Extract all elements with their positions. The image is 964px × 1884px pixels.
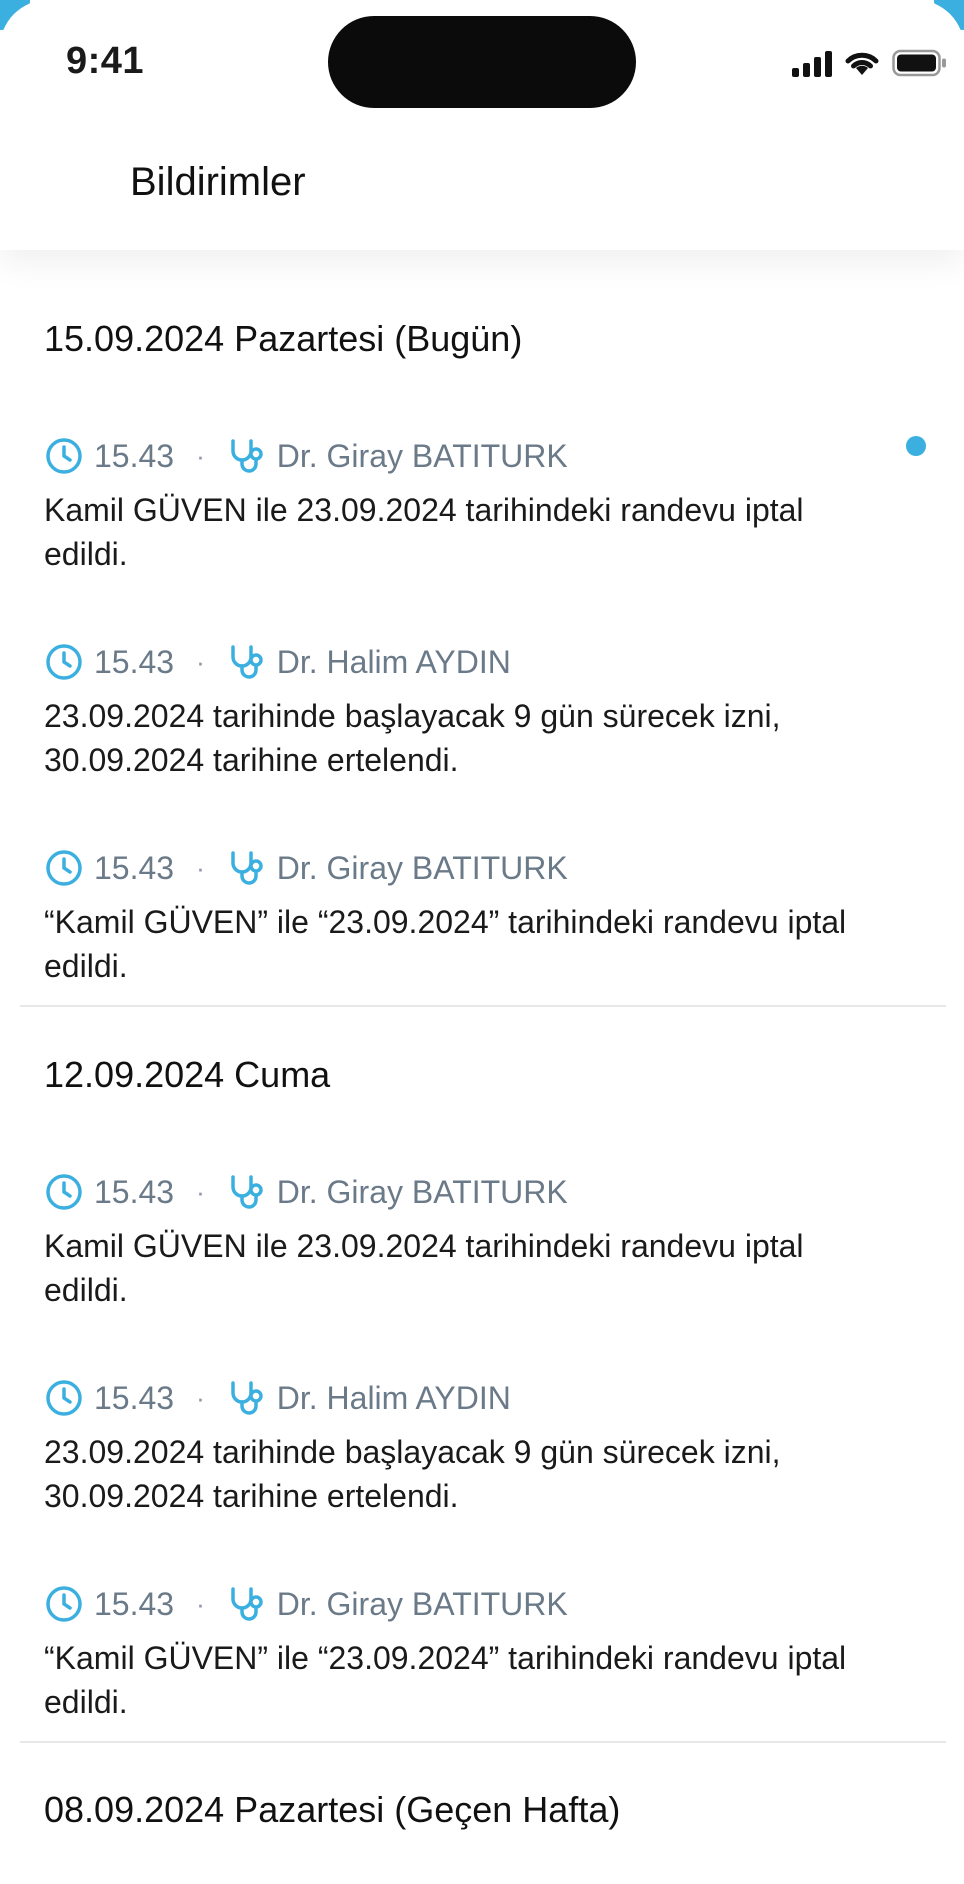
notification-text-line: edildi. [44, 948, 128, 984]
notification-item[interactable]: 15.43 · Dr. Halim AYDIN 23.09.2024 tarih… [44, 1376, 924, 1518]
status-time: 9:41 [66, 40, 145, 82]
notification-text: Kamil GÜVEN ile 23.09.2024 tarihindeki r… [44, 1224, 924, 1312]
notification-text-line: Kamil GÜVEN ile 23.09.2024 tarihindeki r… [44, 492, 804, 528]
notification-text-line: 30.09.2024 tarihine ertelendi. [44, 1478, 459, 1514]
notification-time: 15.43 [94, 643, 175, 680]
notification-text-line: “Kamil GÜVEN” ile “23.09.2024” tarihinde… [44, 1640, 847, 1676]
notification-text-line: 23.09.2024 tarihinde başlayacak 9 gün sü… [44, 1434, 781, 1470]
group-divider [20, 1005, 946, 1007]
status-icons [792, 46, 948, 80]
doctor-name: Dr. Halim AYDIN [276, 643, 511, 680]
notification-text-line: 30.09.2024 tarihine ertelendi. [44, 742, 459, 778]
group-divider [20, 1741, 946, 1743]
notification-item[interactable]: 15.43 · Dr. Giray BATITURK Kamil GÜVEN i… [44, 1170, 924, 1312]
clock-icon [44, 436, 84, 476]
notification-time: 15.43 [94, 1585, 175, 1622]
notification-text: “Kamil GÜVEN” ile “23.09.2024” tarihinde… [44, 1636, 924, 1724]
notification-item[interactable]: 15.43 · Dr. Giray BATITURK “Kamil GÜVEN”… [44, 1582, 924, 1724]
date-group-title: 15.09.2024 Pazartesi (Bugün) [44, 318, 523, 359]
doctor-name: Dr. Giray BATITURK [276, 1173, 568, 1210]
cellular-signal-icon [792, 49, 832, 77]
meta-separator: · [196, 852, 205, 883]
wifi-icon [845, 52, 879, 75]
stethoscope-icon [227, 1584, 267, 1624]
meta-separator: · [196, 1176, 205, 1207]
notification-meta: 15.43 · Dr. Giray BATITURK [44, 846, 924, 890]
page-title: Bildirimler [130, 160, 306, 204]
notification-meta: 15.43 · Dr. Halim AYDIN [44, 1376, 924, 1420]
doctor-name: Dr. Halim AYDIN [276, 1379, 511, 1416]
doctor-name: Dr. Giray BATITURK [276, 1585, 568, 1622]
notification-text-line: edildi. [44, 536, 128, 572]
meta-separator: · [196, 440, 205, 471]
dynamic-island [328, 16, 636, 108]
notification-meta: 15.43 · Dr. Halim AYDIN [44, 640, 924, 684]
app-header: 9:41 Bildirimler [0, 0, 964, 250]
notification-time: 15.43 [94, 437, 175, 474]
battery-icon [892, 49, 946, 77]
notification-item[interactable]: 15.43 · Dr. Giray BATITURK “Kamil GÜVEN”… [44, 846, 924, 988]
stethoscope-icon [227, 642, 267, 682]
stethoscope-icon [227, 848, 267, 888]
date-group-title: 12.09.2024 Cuma [44, 1054, 331, 1095]
clock-icon [44, 1172, 84, 1212]
notification-text-line: 23.09.2024 tarihinde başlayacak 9 gün sü… [44, 698, 781, 734]
unread-dot-icon [906, 436, 926, 456]
meta-separator: · [196, 1588, 205, 1619]
clock-icon [44, 848, 84, 888]
stethoscope-icon [227, 436, 267, 476]
clock-icon [44, 1378, 84, 1418]
notification-time: 15.43 [94, 1379, 175, 1416]
notification-item[interactable]: 15.43 · Dr. Halim AYDIN 23.09.2024 tarih… [44, 640, 924, 782]
notification-text-line: edildi. [44, 1684, 128, 1720]
notification-meta: 15.43 · Dr. Giray BATITURK [44, 1582, 924, 1626]
notification-text: 23.09.2024 tarihinde başlayacak 9 gün sü… [44, 1430, 924, 1518]
notification-text-line: “Kamil GÜVEN” ile “23.09.2024” tarihinde… [44, 904, 847, 940]
notification-text: “Kamil GÜVEN” ile “23.09.2024” tarihinde… [44, 900, 924, 988]
meta-separator: · [196, 1382, 205, 1413]
notification-text: Kamil GÜVEN ile 23.09.2024 tarihindeki r… [44, 488, 924, 576]
notifications-screen: 9:41 Bildirimler 15.09.2024 Pazartesi (B… [0, 0, 964, 1884]
status-bar: 9:41 [0, 0, 964, 120]
clock-icon [44, 642, 84, 682]
date-group-title: 08.09.2024 Pazartesi (Geçen Hafta) [44, 1789, 621, 1830]
notification-item[interactable]: 15.43 · Dr. Giray BATITURK Kamil GÜVEN i… [44, 434, 924, 576]
notification-text-line: edildi. [44, 1272, 128, 1308]
doctor-name: Dr. Giray BATITURK [276, 849, 568, 886]
doctor-name: Dr. Giray BATITURK [276, 437, 568, 474]
notification-time: 15.43 [94, 1173, 175, 1210]
notification-meta: 15.43 · Dr. Giray BATITURK [44, 1170, 924, 1214]
meta-separator: · [196, 646, 205, 677]
notification-text-line: Kamil GÜVEN ile 23.09.2024 tarihindeki r… [44, 1228, 804, 1264]
stethoscope-icon [227, 1172, 267, 1212]
notification-text: 23.09.2024 tarihinde başlayacak 9 gün sü… [44, 694, 924, 782]
clock-icon [44, 1584, 84, 1624]
notification-meta: 15.43 · Dr. Giray BATITURK [44, 434, 924, 478]
notification-time: 15.43 [94, 849, 175, 886]
stethoscope-icon [227, 1378, 267, 1418]
